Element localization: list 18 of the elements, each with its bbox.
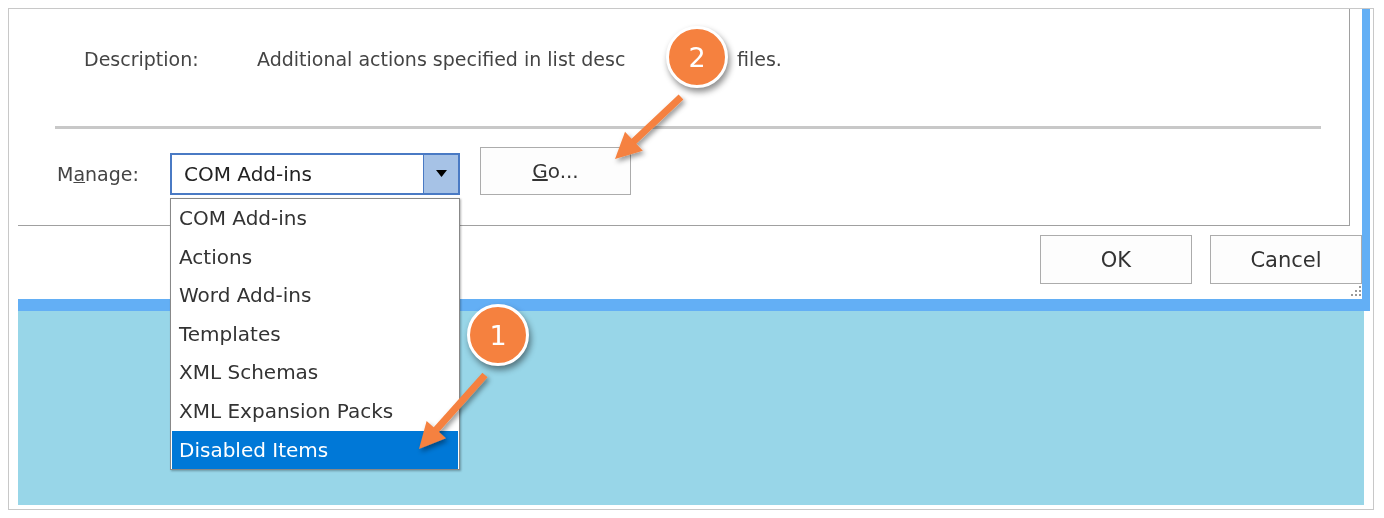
dropdown-option[interactable]: Word Add-ins	[172, 276, 458, 315]
go-button[interactable]: Go...	[480, 147, 631, 195]
manage-dropdown[interactable]: COM Add-ins	[170, 152, 460, 195]
manage-label: Manage:	[57, 162, 140, 185]
caret-icon	[435, 170, 447, 177]
resize-grip-icon	[1350, 285, 1362, 297]
dropdown-option[interactable]: COM Add-ins	[172, 199, 458, 238]
dropdown-option[interactable]: Templates	[172, 314, 458, 354]
dropdown-option[interactable]: XML Schemas	[172, 353, 458, 392]
description-text: Additional actions specified in list desc	[257, 48, 626, 70]
dropdown-option[interactable]: XML Expansion Packs	[172, 391, 458, 431]
description-text: files.	[737, 48, 782, 70]
dropdown-option[interactable]: Disabled Items	[172, 430, 458, 470]
cancel-button[interactable]: Cancel	[1210, 235, 1362, 284]
dropdown-option[interactable]: Actions	[172, 237, 458, 277]
description-label: Description:	[84, 48, 200, 70]
ok-button[interactable]: OK	[1040, 235, 1192, 284]
callout-arrow	[615, 94, 684, 159]
